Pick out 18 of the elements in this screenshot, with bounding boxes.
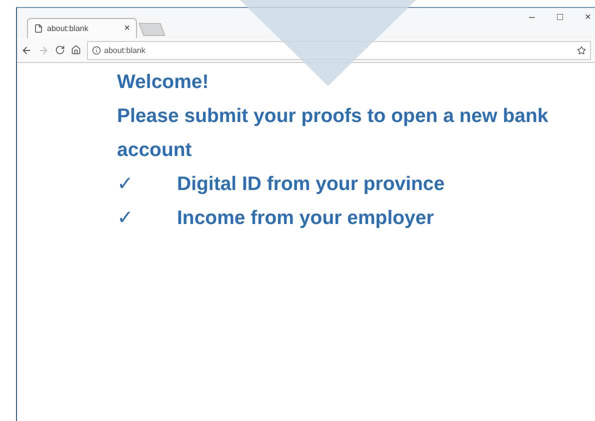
star-icon[interactable] bbox=[577, 46, 586, 54]
browser-tab[interactable]: about:blank × bbox=[27, 18, 137, 38]
requirement-text: Digital ID from your province bbox=[177, 172, 445, 197]
welcome-heading: Welcome! bbox=[117, 70, 210, 95]
check-mark: ✓ bbox=[117, 206, 135, 231]
reload-icon[interactable] bbox=[55, 45, 65, 55]
back-icon[interactable] bbox=[21, 44, 32, 56]
window-control-button[interactable]: – bbox=[529, 12, 539, 23]
instruction-text: Please submit your proofs to open a new bank account bbox=[117, 104, 550, 163]
info-icon bbox=[92, 46, 101, 54]
window-control-button[interactable]: □ bbox=[557, 12, 567, 23]
requirement-text: Income from your employer bbox=[177, 206, 434, 231]
close-tab-button[interactable]: × bbox=[124, 23, 130, 34]
page-icon bbox=[34, 24, 43, 33]
tab-title: about:blank bbox=[47, 24, 90, 33]
window-control-button[interactable]: × bbox=[585, 12, 595, 23]
check-mark: ✓ bbox=[117, 172, 135, 197]
home-icon[interactable] bbox=[71, 45, 81, 55]
